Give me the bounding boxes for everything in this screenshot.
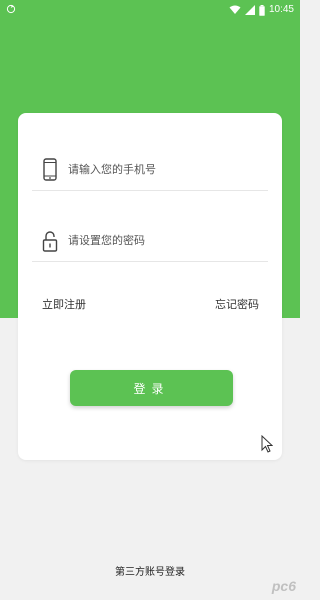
- register-link[interactable]: 立即注册: [42, 296, 86, 312]
- wifi-icon: [229, 5, 241, 14]
- phone-field-row: [32, 146, 268, 191]
- status-time: 10:45: [268, 4, 294, 15]
- phone-icon: [43, 158, 57, 181]
- password-input[interactable]: [68, 229, 258, 251]
- status-bar: 10:45: [0, 0, 300, 20]
- status-right: 10:45: [229, 3, 294, 17]
- third-party-login-link[interactable]: 第三方账号登录: [0, 563, 300, 578]
- password-field-row: [32, 217, 268, 262]
- phone-input[interactable]: [68, 158, 258, 180]
- login-button[interactable]: 登录: [70, 370, 233, 406]
- forgot-password-link[interactable]: 忘记密码: [215, 296, 259, 312]
- sync-icon: [6, 4, 16, 14]
- battery-icon: [259, 4, 265, 16]
- signal-icon: [244, 5, 255, 15]
- mouse-pointer-icon: [261, 435, 273, 453]
- login-card: 立即注册 忘记密码 登录: [18, 113, 282, 460]
- pc6-watermark: pc6: [271, 578, 296, 594]
- lock-icon: [42, 231, 58, 252]
